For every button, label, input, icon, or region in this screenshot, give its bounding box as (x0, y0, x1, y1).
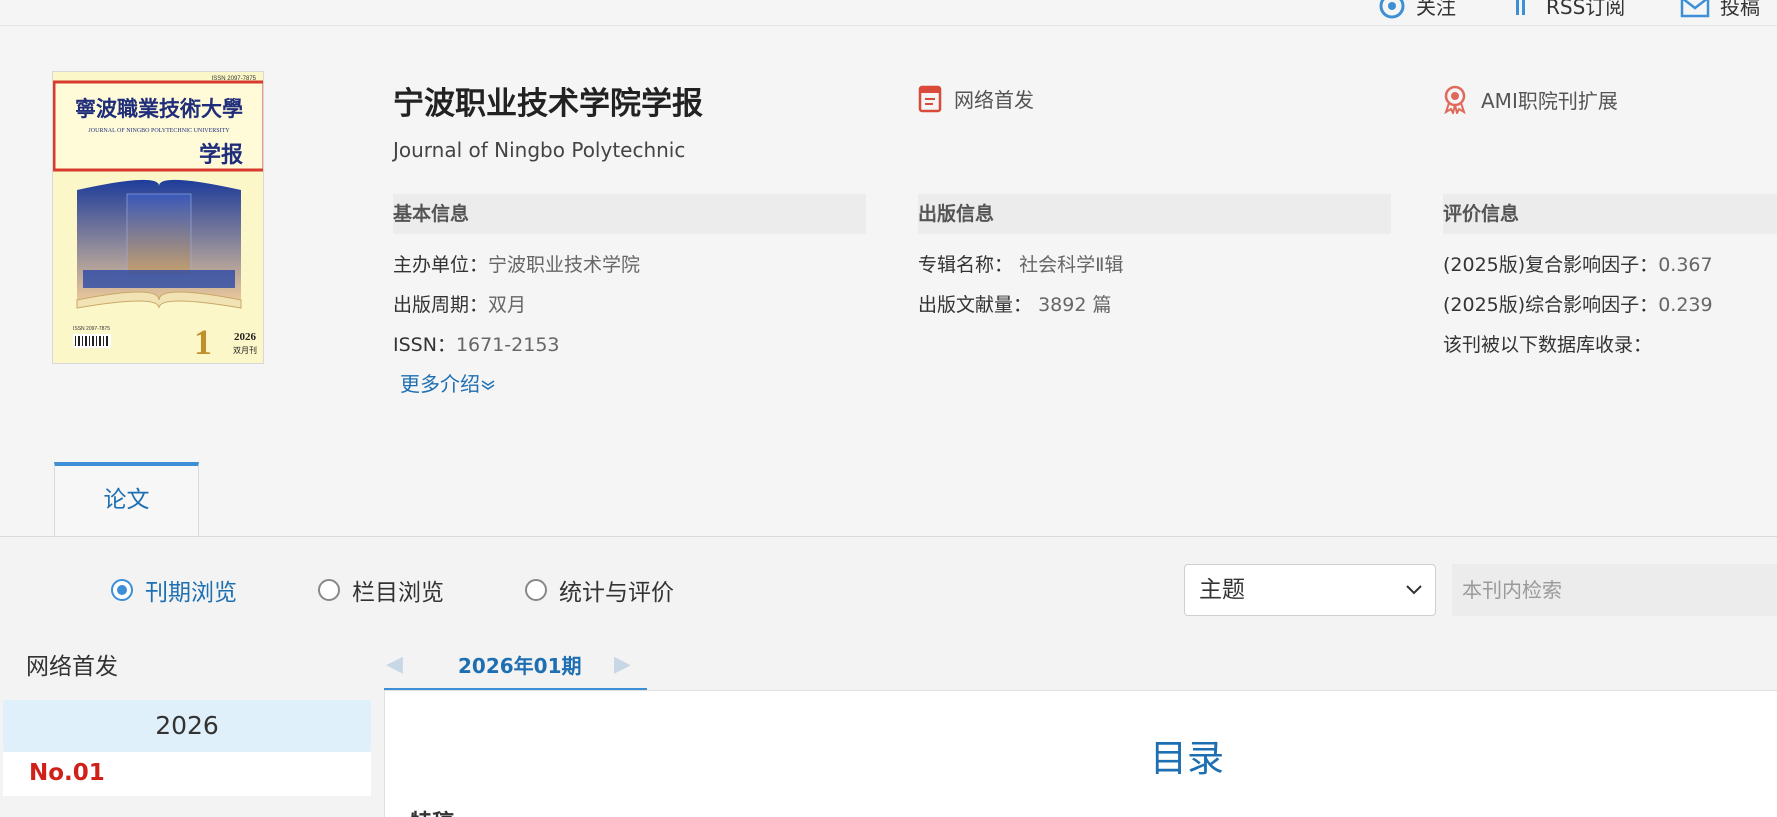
follow-icon (1379, 0, 1405, 18)
sidebar-year-2026[interactable]: 2026 (3, 700, 371, 752)
rss-label: RSS订阅 (1546, 0, 1626, 19)
online-first-badge: 网络首发 (918, 84, 1034, 113)
publish-info-heading: 出版信息 (918, 194, 1391, 234)
award-icon (1444, 85, 1466, 114)
issn-label: ISSN： (393, 334, 456, 356)
current-issue-label[interactable]: 2026年01期 (458, 650, 582, 679)
composite-value: 0.367 (1658, 254, 1713, 276)
sponsor-value: 宁波职业技术学院 (488, 254, 641, 276)
section-heading: 特稿 (410, 805, 454, 817)
eval-info-heading: 评价信息 (1443, 194, 1777, 234)
journal-english-title: Journal of Ningbo Polytechnic (393, 138, 686, 162)
radio-dot (318, 579, 340, 601)
radio-stats-label: 统计与评价 (559, 580, 674, 606)
cover-name-cn: 寧波職業技術大學 (75, 96, 243, 121)
cycle-label: 出版周期： (393, 294, 489, 316)
radio-stats[interactable]: 统计与评价 (525, 573, 674, 607)
database-row: 该刊被以下数据库收录： (1443, 334, 1653, 356)
album-row: 专辑名称： 社会科学Ⅱ辑 (918, 250, 1123, 277)
more-intro-label: 更多介绍 (400, 372, 480, 396)
basic-info-heading: 基本信息 (393, 194, 866, 234)
count-row: 出版文献量： 3892 篇 (918, 290, 1111, 317)
sidebar-issue-item[interactable]: No.01 (3, 752, 371, 796)
ami-label: AMI职院刊扩展 (1481, 88, 1618, 113)
album-label: 专辑名称： (918, 254, 1014, 276)
cycle-value: 双月 (488, 294, 527, 316)
online-first-label: 网络首发 (954, 88, 1034, 112)
next-issue-icon[interactable]: ▶ (614, 652, 631, 677)
rss-icon (1516, 0, 1525, 15)
cover-issn-bottom: ISSN 2097-7875 (73, 326, 110, 332)
follow-label: 关注 (1416, 0, 1456, 19)
follow-link[interactable]: 关注 (1378, 0, 1456, 20)
radio-dot (525, 579, 547, 601)
issue-content-panel (384, 690, 1777, 817)
toc-title: 目录 (1150, 737, 1224, 780)
mail-icon (1680, 0, 1710, 17)
sponsor-row: 主办单位：宁波职业技术学院 (393, 250, 640, 277)
radio-column-browse[interactable]: 栏目浏览 (318, 573, 444, 607)
cover-art: ISSN 2097-7875 寧波職業技術大學 JOURNAL OF NINGB… (53, 72, 263, 363)
comprehensive-label: (2025版)综合影响因子： (1443, 294, 1659, 316)
radio-dot (111, 579, 133, 601)
issn-row: ISSN：1671-2153 (393, 330, 560, 357)
comprehensive-factor-row: (2025版)综合影响因子：0.239 (1443, 290, 1713, 317)
journal-title: 宁波职业技术学院学报 (393, 86, 703, 122)
journal-cover-image[interactable]: ISSN 2097-7875 寧波職業技術大學 JOURNAL OF NINGB… (52, 71, 264, 364)
issn-value: 1671-2153 (455, 334, 560, 356)
submit-label: 投稿 (1720, 0, 1760, 19)
sponsor-label: 主办单位： (393, 254, 489, 276)
cover-name-en: JOURNAL OF NINGBO POLYTECHNIC UNIVERSITY (88, 128, 230, 134)
select-value: 主题 (1199, 577, 1245, 603)
cover-freq: 双月刊 (233, 346, 257, 355)
sidebar-issue-label: No.01 (29, 760, 105, 786)
album-value: 社会科学Ⅱ辑 (1019, 254, 1124, 276)
rss-link[interactable]: RSS订阅 (1514, 0, 1625, 20)
ami-badge: AMI职院刊扩展 (1441, 84, 1618, 114)
double-chevron-down-icon (481, 380, 495, 390)
count-label: 出版文献量： (918, 294, 1033, 316)
sidebar-online-first[interactable]: 网络首发 (26, 647, 118, 681)
cover-issn-top: ISSN 2097-7875 (212, 76, 257, 82)
submit-link[interactable]: 投稿 (1680, 0, 1760, 20)
count-value: 3892 篇 (1038, 294, 1112, 316)
radio-issue-browse[interactable]: 刊期浏览 (111, 573, 237, 607)
more-intro-link[interactable]: 更多介绍 (400, 368, 496, 397)
cover-issue-number: 1 (194, 322, 212, 362)
radio-issue-browse-label: 刊期浏览 (145, 580, 237, 606)
prev-issue-icon[interactable]: ◀ (386, 652, 403, 677)
cycle-row: 出版周期：双月 (393, 290, 526, 317)
online-first-icon (918, 85, 942, 112)
radio-column-browse-label: 栏目浏览 (352, 580, 444, 606)
cover-year: 2026 (234, 331, 257, 343)
composite-factor-row: (2025版)复合影响因子：0.367 (1443, 250, 1713, 277)
top-bar: 关注 RSS订阅 投稿 (0, 0, 1777, 26)
search-input[interactable] (1452, 564, 1777, 616)
chevron-down-icon (1406, 585, 1422, 595)
composite-label: (2025版)复合影响因子： (1443, 254, 1659, 276)
cover-subtitle: 学报 (199, 142, 243, 168)
comprehensive-value: 0.239 (1658, 294, 1713, 316)
search-field-select[interactable]: 主题 (1184, 564, 1436, 616)
tab-paper[interactable]: 论文 (54, 462, 199, 536)
